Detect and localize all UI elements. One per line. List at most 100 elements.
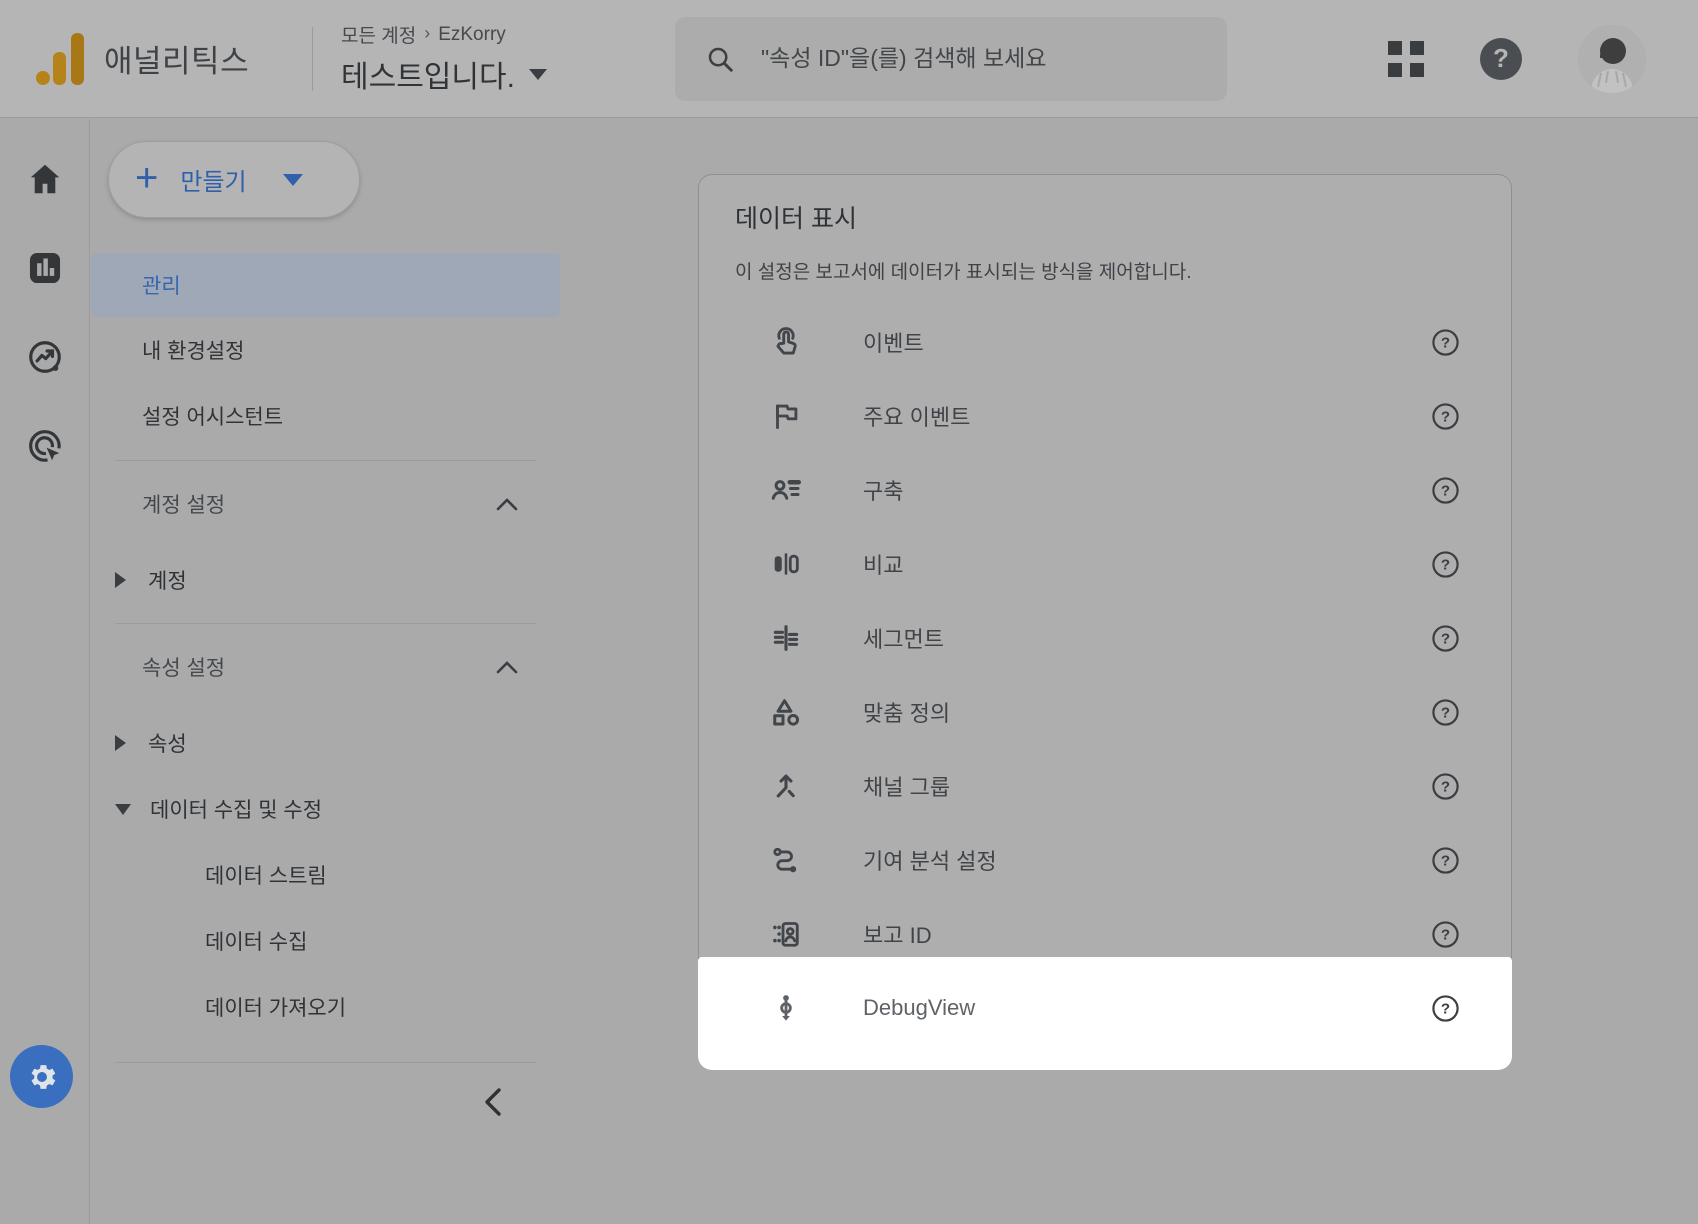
section-account-settings[interactable]: 계정 설정 [91,461,560,547]
help-icon[interactable]: ? [1430,993,1460,1023]
settings-row-attribution-settings[interactable]: 기여 분석 설정 ? [699,823,1511,897]
channel-groups-icon [766,766,806,806]
analytics-logo[interactable]: 애널리틱스 [0,32,312,86]
collapse-sidebar-button[interactable] [471,1080,515,1124]
account-switcher[interactable]: 모든 계정 › EzKorry 테스트입니다. [341,21,641,96]
sidebar-item-label: 설정 어시스턴트 [142,401,283,431]
help-icon[interactable]: ? [1430,919,1460,949]
reporting-identity-icon [766,914,806,954]
settings-row-reporting-identity[interactable]: 보고 ID ? [699,897,1511,971]
row-label: 맞춤 정의 [863,696,950,728]
svg-text:?: ? [1440,852,1449,869]
explore-icon[interactable] [25,337,65,377]
row-label: 보고 ID [863,918,932,950]
help-icon[interactable]: ? [1430,327,1460,357]
create-button-label: 만들기 [180,162,246,197]
sidebar-item-property[interactable]: 속성 [91,710,560,776]
row-label: 채널 그룹 [863,770,950,802]
help-icon[interactable]: ? [1430,697,1460,727]
row-label: 구축 [863,474,903,506]
expand-triangle-icon[interactable] [115,572,126,588]
analytics-bars-icon [36,32,84,86]
svg-text:?: ? [1440,334,1449,351]
settings-row-segments[interactable]: 세그먼트 ? [699,601,1511,675]
settings-row-channel-groups[interactable]: 채널 그룹 ? [699,749,1511,823]
topbar: 애널리틱스 모든 계정 › EzKorry 테스트입니다. [0,0,1698,118]
chevron-left-icon [480,1086,506,1118]
sidebar-item-admin[interactable]: 관리 [91,253,560,317]
ga-admin-screen: 애널리틱스 모든 계정 › EzKorry 테스트입니다. [0,0,1698,1224]
row-label: 비교 [863,548,903,580]
admin-sidebar: + 만들기 관리 내 환경설정 설정 어시스턴트 계정 설정 [91,119,560,1224]
sidebar-item-data-streams[interactable]: 데이터 스트림 [91,842,560,908]
sidebar-divider [115,1062,536,1063]
diagnostics-grid-icon[interactable] [1388,41,1424,77]
search-bar[interactable] [675,17,1227,101]
segments-icon [766,618,806,658]
topbar-divider [312,27,313,91]
row-label: 기여 분석 설정 [863,844,997,876]
sidebar-item-label: 계정 [148,565,187,595]
settings-row-key-events[interactable]: 주요 이벤트 ? [699,379,1511,453]
admin-gear-icon[interactable] [10,1045,73,1108]
row-label: 이벤트 [863,326,924,358]
attribution-icon [766,840,806,880]
svg-text:?: ? [1440,1000,1449,1017]
home-icon[interactable] [25,159,65,199]
row-label: DebugView [863,995,975,1021]
settings-row-events[interactable]: 이벤트 ? [699,305,1511,379]
help-icon[interactable]: ? [1430,475,1460,505]
svg-text:?: ? [1440,926,1449,943]
sidebar-item-label: 데이터 가져오기 [205,992,346,1022]
sidebar-item-data-collection-child[interactable]: 데이터 수집 [91,908,560,974]
sidebar-item-my-preferences[interactable]: 내 환경설정 [91,317,560,383]
sidebar-item-setup-assistant[interactable]: 설정 어시스턴트 [91,383,560,449]
advertising-icon[interactable] [25,426,65,466]
section-property-settings[interactable]: 속성 설정 [91,624,560,710]
settings-row-debugview[interactable]: DebugView ? [699,971,1511,1045]
settings-row-custom-definitions[interactable]: 맞춤 정의 ? [699,675,1511,749]
help-icon[interactable]: ? [1430,549,1460,579]
svg-text:?: ? [1440,482,1449,499]
expand-triangle-icon[interactable] [115,735,126,751]
sidebar-item-label: 데이터 수집 [205,926,307,956]
svg-text:?: ? [1440,778,1449,795]
reports-icon[interactable] [25,248,65,288]
flag-icon [766,396,806,436]
sidebar-item-label: 관리 [142,270,181,300]
breadcrumb-account[interactable]: EzKorry [438,24,506,46]
chevron-up-icon [496,660,518,674]
product-name: 애널리틱스 [104,36,249,81]
svg-text:?: ? [1440,630,1449,647]
property-caret-icon [529,69,547,80]
settings-row-audiences[interactable]: 구축 ? [699,453,1511,527]
search-input[interactable] [761,45,1197,72]
sidebar-item-data-import[interactable]: 데이터 가져오기 [91,974,560,1040]
collapse-triangle-icon[interactable] [115,804,131,815]
help-icon[interactable]: ? [1480,38,1522,80]
svg-text:?: ? [1440,408,1449,425]
section-label: 속성 설정 [142,652,225,682]
sidebar-item-data-collection[interactable]: 데이터 수집 및 수정 [91,776,560,842]
create-caret-icon [283,174,303,186]
card-description: 이 설정은 보고서에 데이터가 표시되는 방식을 제어합니다. [735,257,1191,284]
left-rail [0,119,90,1224]
settings-row-comparisons[interactable]: 비교 ? [699,527,1511,601]
sidebar-item-account[interactable]: 계정 [91,547,560,613]
section-label: 계정 설정 [142,489,225,519]
chevron-up-icon [496,497,518,511]
audience-icon [766,470,806,510]
breadcrumb-all-accounts[interactable]: 모든 계정 [341,21,416,48]
svg-text:?: ? [1440,704,1449,721]
search-icon [705,44,735,74]
breadcrumb-chevron-icon: › [424,23,430,44]
help-icon[interactable]: ? [1430,845,1460,875]
help-icon[interactable]: ? [1430,771,1460,801]
row-label: 주요 이벤트 [863,400,970,432]
avatar[interactable] [1578,25,1646,93]
create-button[interactable]: + 만들기 [108,141,360,218]
svg-text:?: ? [1440,556,1449,573]
help-icon[interactable]: ? [1430,401,1460,431]
property-title[interactable]: 테스트입니다. [341,52,515,96]
help-icon[interactable]: ? [1430,623,1460,653]
